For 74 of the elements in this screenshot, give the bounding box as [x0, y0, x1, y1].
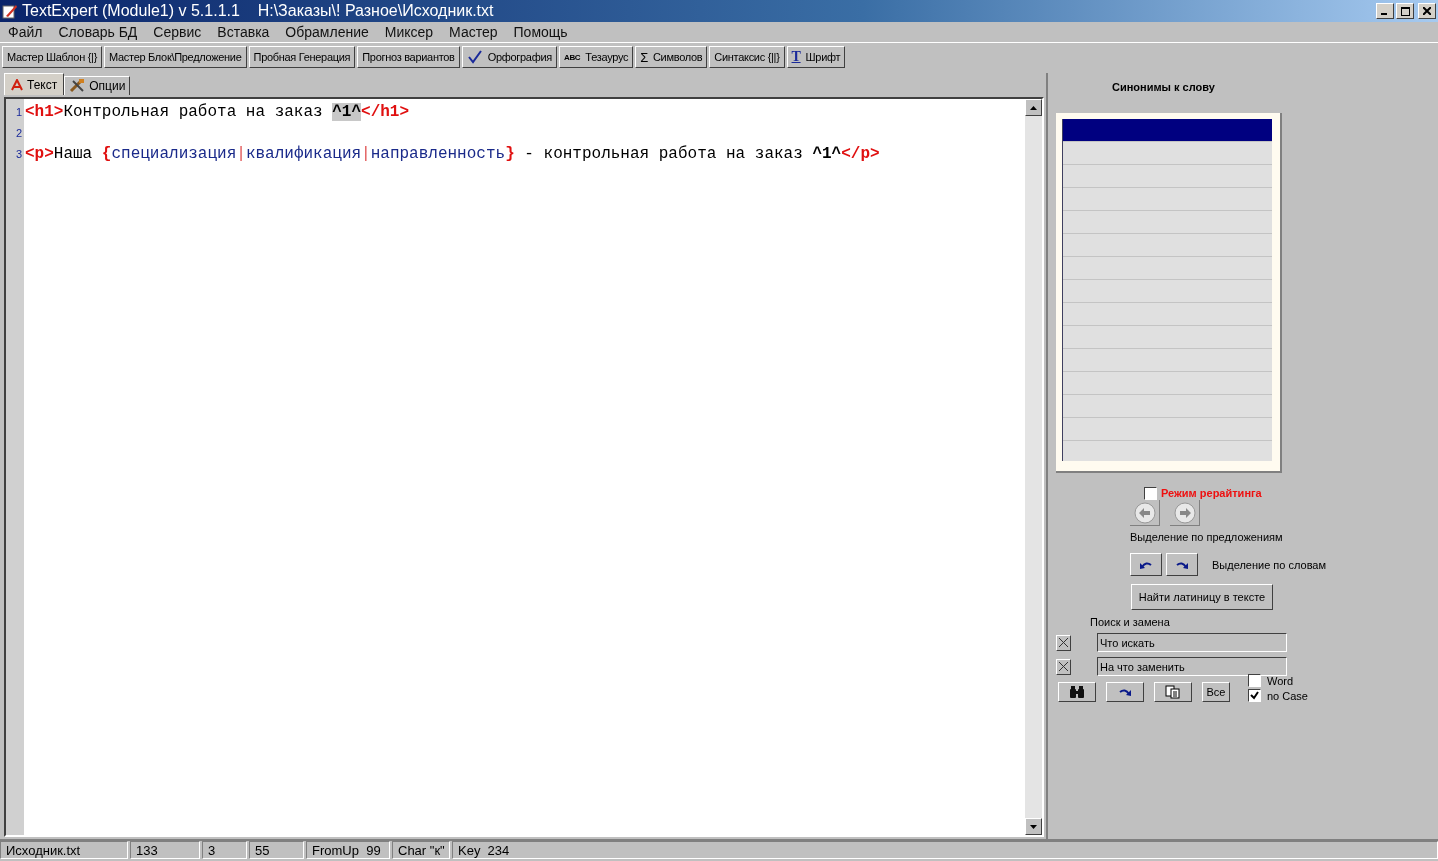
menu-item[interactable]: Сервис — [153, 24, 202, 40]
rewrite-mode-label: Режим рерайтинга — [1161, 487, 1262, 499]
line-number: 3 — [14, 147, 23, 160]
letter-a-icon — [11, 78, 23, 91]
pencil-icon — [2, 3, 18, 19]
close-button[interactable] — [1418, 3, 1436, 19]
binoculars-icon — [1069, 686, 1085, 698]
word-selection-label: Выделение по словам — [1212, 558, 1327, 571]
menu-item[interactable]: Помощь — [513, 24, 568, 40]
maximize-button[interactable] — [1396, 3, 1414, 19]
code-editor[interactable]: 1 <h1>Контрольная работа на заказ ^1^</h1> 2 3 <p>Наша {специализация|квалификация|направленность} - контрольная работа на заказ ^1^</p> — [4, 97, 1044, 837]
redo-button[interactable] — [1166, 553, 1198, 576]
menu-item[interactable]: Вставка — [217, 24, 270, 40]
window-title: TextExpert (Module1) v 5.1.1.1 H:\Заказы\! Разное\Исходник.txt — [22, 2, 494, 20]
status-field: Key 234 — [452, 841, 1438, 859]
close-icon — [1423, 7, 1431, 15]
redo-arrow-icon — [1175, 559, 1189, 570]
tools-icon — [69, 79, 86, 93]
find-field[interactable]: Что искать — [1097, 633, 1287, 652]
toolbar-button[interactable]: Синтаксис {||} — [709, 46, 785, 68]
toolbar-button[interactable]: T Шрифт — [786, 46, 846, 68]
clear-button[interactable] — [1056, 634, 1071, 651]
menu-item[interactable]: Мастер — [449, 24, 498, 40]
replace-all-button[interactable]: Все — [1202, 682, 1230, 702]
clear-button[interactable] — [1056, 658, 1071, 675]
search-replace-title: Поиск и замена — [1090, 616, 1171, 628]
toolbar-button[interactable]: ABC Тезаурус — [558, 46, 634, 68]
copy-icon — [1165, 685, 1181, 699]
status-field: Исходник.txt — [0, 841, 128, 859]
synonym-row[interactable] — [1063, 119, 1272, 142]
tab[interactable]: Текст — [4, 73, 65, 95]
option-label: no Case — [1267, 689, 1308, 702]
menu-item[interactable]: Файл — [8, 24, 43, 40]
status-field: 133 — [130, 841, 200, 859]
find-button[interactable] — [1058, 682, 1096, 702]
toolbar-button[interactable]: Мастер Шаблон {|} — [2, 46, 102, 68]
line-number: 1 — [14, 105, 23, 118]
scroll-up-icon — [1030, 105, 1037, 110]
minimize-button[interactable] — [1376, 3, 1394, 19]
undo-button[interactable] — [1130, 553, 1162, 576]
checkbox[interactable] — [1144, 486, 1157, 500]
copy-button[interactable] — [1154, 682, 1192, 702]
toolbar-button[interactable]: Σ Символов — [635, 46, 708, 68]
menu-item[interactable]: Словарь БД — [58, 24, 138, 40]
status-field: 55 — [249, 841, 304, 859]
status-field: 3 — [202, 841, 247, 859]
checkbox[interactable] — [1248, 689, 1261, 702]
status-field: Char "к" — [392, 841, 450, 859]
replace-field[interactable]: На что заменить — [1097, 657, 1287, 676]
sigma-icon: Σ — [640, 49, 648, 65]
toolbar-button[interactable]: Пробная Генерация — [248, 46, 356, 68]
abc-icon: ABC — [563, 52, 581, 62]
line-number: 2 — [14, 126, 23, 139]
sentence-selection-label: Выделение по предложениям — [1130, 531, 1284, 545]
maximize-icon — [1400, 6, 1410, 16]
font-icon: T — [791, 49, 801, 65]
vertical-scrollbar[interactable] — [1025, 99, 1042, 835]
toolbar-button[interactable]: Орфография — [461, 46, 557, 68]
status-field: FromUp 99 — [306, 841, 390, 859]
code-line: <h1>Контрольная работа на заказ ^1^</h1> — [25, 102, 410, 121]
find-latin-button[interactable]: Найти латиницу в тексте — [1131, 584, 1273, 610]
synonyms-title: Синонимы к слову — [1111, 80, 1216, 95]
toolbar-button[interactable]: Мастер Блок\Предложение — [104, 46, 247, 68]
undo-arrow-icon — [1139, 559, 1153, 570]
redo-arrow-icon — [1118, 687, 1132, 697]
code-line: <p>Наша {специализация|квалификация|направленность} - контрольная работа на заказ ^1^</p> — [25, 144, 880, 163]
toolbar-button[interactable]: Прогноз вариантов — [357, 46, 460, 68]
option-label: Word — [1267, 674, 1294, 687]
replace-button[interactable] — [1106, 682, 1144, 702]
menu-item[interactable]: Миксер — [384, 24, 434, 40]
tab[interactable]: Опции — [64, 76, 131, 95]
checkmark-icon — [466, 50, 483, 64]
scroll-down-icon — [1030, 824, 1037, 829]
menu-item[interactable]: Обрамление — [285, 24, 369, 40]
